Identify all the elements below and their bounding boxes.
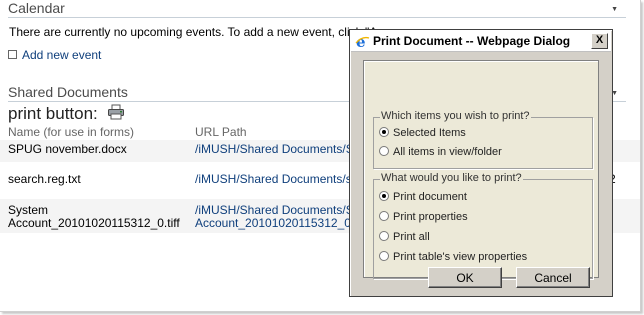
print-document-dialog: e Print Document -- Webpage Dialog X Whi… [349,29,613,297]
radio-all-items[interactable]: All items in view/folder [379,145,502,159]
ie-logo-icon: e [355,33,370,53]
calendar-empty-notice: There are currently no upcoming events. … [9,25,378,39]
calendar-web-part-header: Calendar ▼ [8,0,626,18]
document-name-line-1: System [8,203,49,217]
radio-unselected-icon[interactable] [379,231,389,241]
document-name-line-2: Account_20101020115312_0.tiff [8,216,180,230]
print-content-group: What would you like to print? Print docu… [373,172,593,279]
radio-unselected-icon[interactable] [379,251,389,261]
radio-selected-icon[interactable] [379,127,389,137]
close-button[interactable]: X [591,33,608,49]
cancel-button[interactable]: Cancel [516,267,590,288]
add-item-icon [8,50,17,59]
dialog-content-panel: Which items you wish to print? Selected … [363,60,599,279]
radio-print-all[interactable]: Print all [379,230,430,244]
calendar-title: Calendar [8,0,65,16]
calendar-menu-arrow-icon[interactable]: ▼ [611,6,618,13]
add-new-event-label[interactable]: Add new event [22,48,101,62]
print-content-legend: What would you like to print? [380,172,523,184]
radio-selected-icon[interactable] [379,191,389,201]
radio-selected-items[interactable]: Selected Items [379,126,466,140]
radio-unselected-icon[interactable] [379,211,389,221]
dialog-title-bar[interactable]: e Print Document -- Webpage Dialog X [351,31,611,52]
ok-button[interactable]: OK [428,267,502,288]
column-header-name[interactable]: Name (for use in forms) [8,125,134,139]
document-url-link[interactable]: /iMUSH/Shared Documents/SPU [195,142,370,156]
document-url-link[interactable]: /iMUSH/Shared Documents/sea [195,172,365,186]
print-button-row: print button: [8,104,125,125]
radio-print-properties[interactable]: Print properties [379,210,468,224]
add-new-event-link[interactable]: Add new event [8,48,101,62]
document-name: SPUG november.docx [8,142,127,156]
document-url-link-line-2[interactable]: Account_20101020115312_0.t [195,216,358,230]
print-button-label: print button: [8,104,98,123]
items-to-print-legend: Which items you wish to print? [380,110,531,122]
sharepoint-page: Calendar ▼ There are currently no upcomi… [0,0,641,312]
shared-documents-title: Shared Documents [8,84,128,100]
dialog-title: Print Document -- Webpage Dialog [373,34,571,48]
radio-print-document[interactable]: Print document [379,190,467,204]
column-header-url[interactable]: URL Path [195,125,247,139]
items-to-print-group: Which items you wish to print? Selected … [373,110,593,169]
document-url-link[interactable]: /iMUSH/Shared Documents/Sys [195,203,366,217]
radio-print-view-properties[interactable]: Print table's view properties [379,250,527,264]
document-name: search.reg.txt [8,172,81,186]
radio-unselected-icon[interactable] [379,146,389,156]
printer-icon[interactable] [107,104,125,125]
